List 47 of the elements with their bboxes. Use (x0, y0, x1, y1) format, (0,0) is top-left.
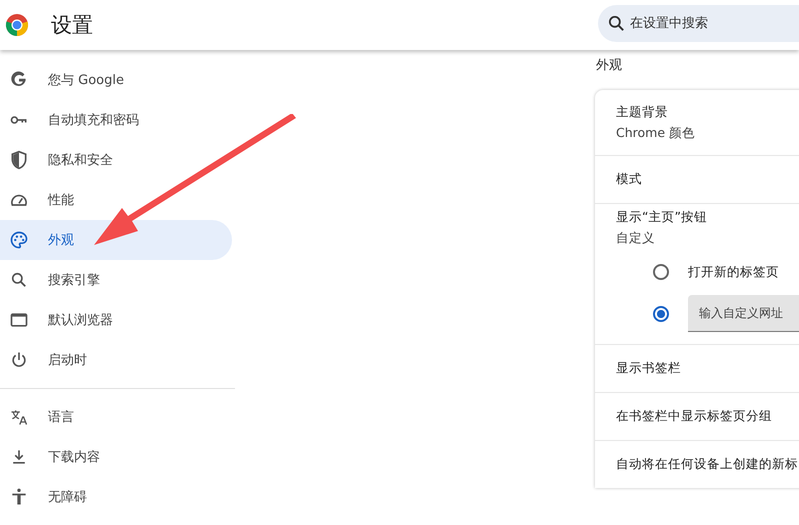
shield-icon (9, 150, 29, 170)
sidebar-item[interactable]: 自动填充和密码 (0, 100, 232, 140)
setting-title: 显示“主页”按钮 (616, 208, 708, 226)
sidebar-item[interactable]: 搜索引擎 (0, 260, 232, 300)
sidebar-item-label: 外观 (48, 232, 74, 249)
radio-label: 打开新的标签页 (688, 264, 779, 280)
sidebar-item[interactable]: 隐私和安全 (0, 140, 232, 180)
setting-value: Chrome 颜色 (616, 124, 696, 142)
search-icon (609, 16, 624, 30)
settings-row[interactable]: 显示“主页”按钮 自定义 (595, 203, 799, 251)
sidebar-item[interactable]: 默认浏览器 (0, 300, 232, 340)
sidebar-item-label: 无障碍 (48, 489, 87, 506)
section-title: 外观 (595, 57, 623, 75)
setting-title: 显示书签栏 (616, 360, 682, 377)
radio-button[interactable] (653, 306, 669, 322)
sidebar-item[interactable]: 外观 (0, 220, 232, 260)
setting-value: 自定义 (616, 230, 656, 246)
sidebar-item-label: 性能 (48, 192, 74, 209)
sidebar-item-label: 启动时 (48, 352, 87, 369)
search-field[interactable]: 在设置中搜索 (598, 4, 799, 42)
url-input-field[interactable]: 输入自定义网址 (688, 295, 799, 332)
sidebar-item-label: 自动填充和密码 (48, 112, 139, 129)
sidebar-item-label: 搜索引擎 (48, 272, 100, 289)
settings-row[interactable]: 显示书签栏 (595, 344, 799, 392)
sidebar-item-label: 下载内容 (48, 449, 100, 466)
sidebar-item-label: 隐私和安全 (48, 152, 113, 169)
settings-row[interactable]: 在书签栏中显示标签页分组 (595, 392, 799, 440)
settings-row[interactable]: 主题背景 Chrome 颜色 (595, 90, 799, 155)
browser-logo-icon (5, 13, 29, 37)
sidebar-item[interactable]: 您与 Google (0, 60, 232, 100)
setting-title: 主题背景 (616, 104, 669, 120)
settings-row[interactable]: 模式 (595, 155, 799, 203)
page-title: 设置 (51, 12, 93, 39)
sidebar-item-label: 默认浏览器 (48, 312, 113, 329)
palette-icon (9, 230, 29, 250)
sidebar-item[interactable]: 性能 (0, 180, 232, 220)
radio-button[interactable] (653, 264, 669, 280)
settings-row[interactable]: 自动将在任何设备上创建的新标 (595, 440, 799, 488)
setting-title: 模式 (616, 171, 643, 188)
setting-title: 自动将在任何设备上创建的新标 (616, 456, 799, 473)
sidebar-item-label: 语言 (48, 409, 74, 426)
sidebar-item-label: 您与 Google (48, 72, 124, 89)
setting-title: 在书签栏中显示标签页分组 (616, 408, 773, 425)
sidebar-item[interactable]: 启动时 (0, 340, 232, 380)
sidebar-item[interactable]: 语言 (0, 397, 232, 437)
sidebar-item[interactable]: 下载内容 (0, 437, 232, 477)
sidebar-item[interactable]: 无障碍 (0, 477, 232, 517)
